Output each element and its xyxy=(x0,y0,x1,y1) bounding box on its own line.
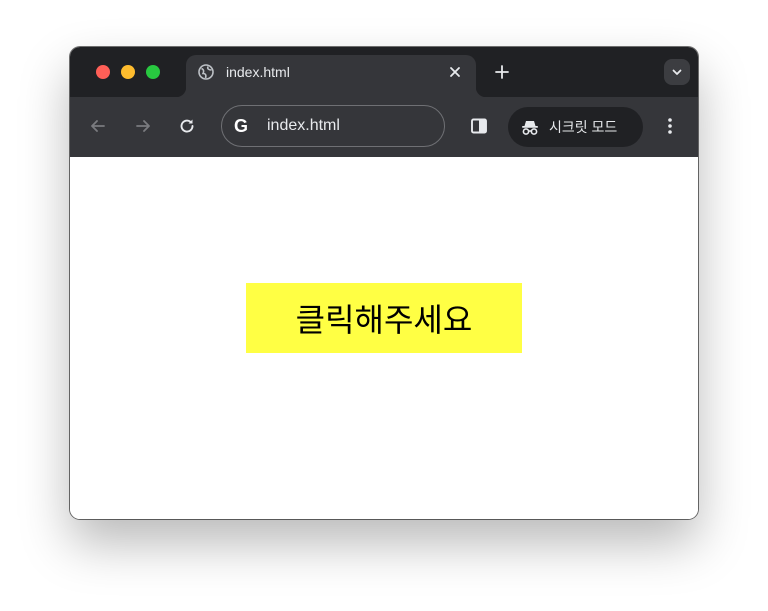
incognito-mode-button[interactable]: 시크릿 모드 xyxy=(508,107,643,147)
page-content: 클릭해주세요 xyxy=(70,157,698,519)
side-panel-button[interactable] xyxy=(468,115,490,137)
reload-button[interactable] xyxy=(176,115,198,137)
tab-title: index.html xyxy=(226,64,290,80)
browser-window: index.html G index.html 시크릿 모드 클릭해주세요 xyxy=(70,47,698,519)
tab-index-html[interactable]: index.html xyxy=(176,55,486,97)
arrow-right-icon xyxy=(136,120,150,132)
zoom-window-button[interactable] xyxy=(146,65,160,79)
reload-icon xyxy=(180,119,194,133)
toolbar: G index.html 시크릿 모드 xyxy=(70,97,698,157)
address-text[interactable]: index.html xyxy=(267,116,340,136)
tab-search-button[interactable] xyxy=(664,59,690,85)
menu-button[interactable] xyxy=(659,115,681,137)
arrow-left-icon xyxy=(91,120,105,132)
forward-button[interactable] xyxy=(132,115,154,137)
google-g-icon: G xyxy=(234,116,249,136)
close-icon xyxy=(450,67,460,77)
minimize-window-button[interactable] xyxy=(121,65,135,79)
incognito-icon xyxy=(520,117,540,137)
chevron-down-icon xyxy=(672,69,682,75)
plus-icon xyxy=(495,65,509,79)
new-tab-button[interactable] xyxy=(491,61,513,83)
close-window-button[interactable] xyxy=(96,65,110,79)
globe-icon xyxy=(198,64,214,80)
side-panel-icon xyxy=(471,118,487,134)
close-tab-button[interactable] xyxy=(444,61,466,83)
address-bar[interactable]: G index.html xyxy=(221,105,445,147)
incognito-label: 시크릿 모드 xyxy=(549,119,618,135)
click-me-button[interactable]: 클릭해주세요 xyxy=(246,283,522,353)
back-button[interactable] xyxy=(87,115,109,137)
kebab-menu-icon xyxy=(668,118,672,134)
tab-strip: index.html xyxy=(70,47,698,97)
